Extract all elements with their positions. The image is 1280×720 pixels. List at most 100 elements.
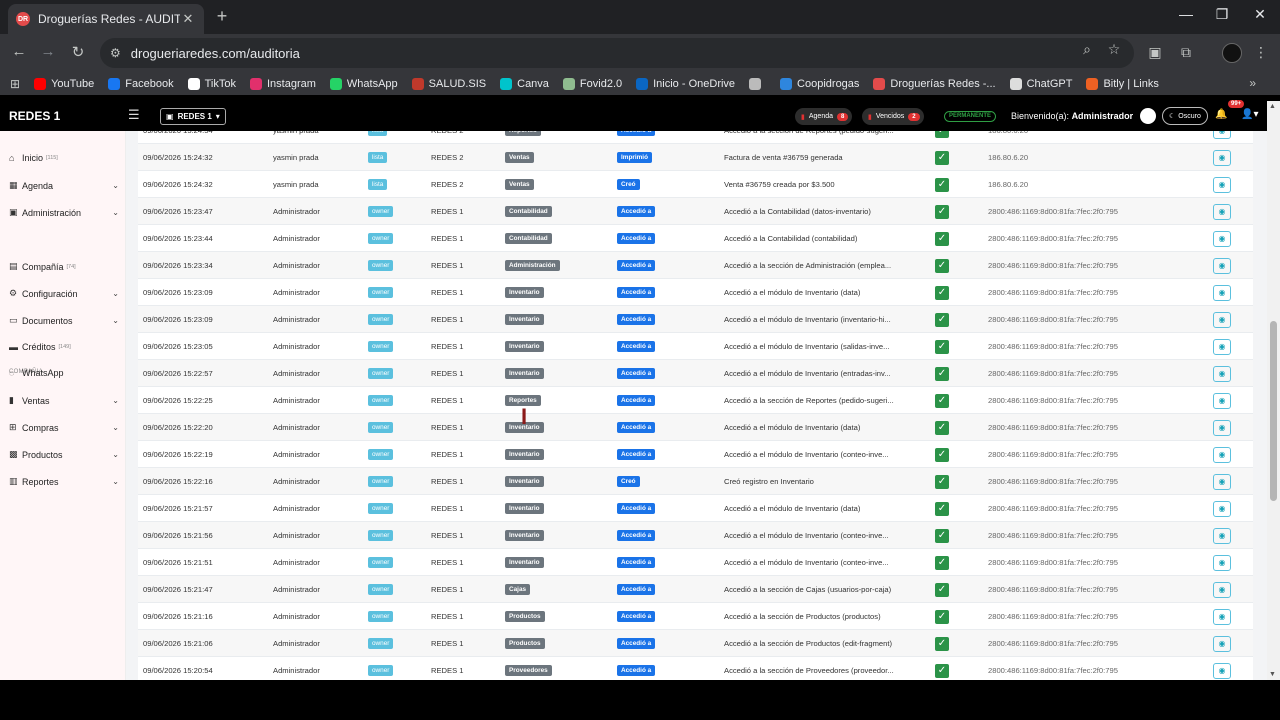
sidebar-item[interactable]: ⊞ Compras ⌄ [9, 422, 119, 433]
view-details-button[interactable]: ◉ [1213, 284, 1231, 301]
scroll-up-icon[interactable]: ▲ [1269, 103, 1276, 110]
view-details-button[interactable]: ◉ [1213, 392, 1231, 409]
table-row: 09/06/2026 15:24:54 yasmin prada lista REDE… [138, 131, 1253, 144]
more-bookmarks-icon[interactable]: » [1249, 76, 1256, 90]
apps-grid-icon[interactable]: ⊞ [10, 77, 20, 91]
chevron-down-icon[interactable]: ⌄ [112, 289, 119, 298]
bookmark-item[interactable]: WhatsApp [329, 77, 398, 90]
view-details-button[interactable]: ◉ [1213, 311, 1231, 328]
sidebar-item[interactable]: ▤ Compañía [74] [9, 261, 119, 272]
bell-icon[interactable]: 🔔 [1215, 109, 1227, 120]
chevron-down-icon[interactable]: ⌄ [112, 181, 119, 190]
row-description: Factura de venta #36759 generada [724, 153, 843, 162]
maximize-icon[interactable]: ❐ [1212, 6, 1232, 23]
sidebar-item[interactable]: ▣ Administración ⌄ [9, 207, 119, 218]
sidebar-item[interactable]: ▩ Productos ⌄ [9, 449, 119, 460]
close-tab-icon[interactable]: ✕ [180, 11, 196, 27]
chevron-down-icon[interactable]: ⌄ [112, 477, 119, 486]
row-date: 09/06/2026 15:23:34 [143, 261, 213, 270]
table-row: 09/06/2026 15:24:32 yasmin prada lista REDE… [138, 171, 1253, 198]
bookmark-item[interactable]: Instagram [249, 77, 316, 90]
bookmark-item[interactable]: Droguerías Redes -... [873, 77, 996, 90]
chevron-down-icon[interactable]: ⌄ [112, 208, 119, 217]
view-details-button[interactable]: ◉ [1213, 149, 1231, 166]
sidebar-item[interactable]: ⌂ Inicio [115] [9, 153, 119, 163]
scroll-thumb[interactable] [1270, 321, 1277, 501]
forward-icon[interactable]: → [38, 43, 58, 60]
bookmark-item[interactable]: Inicio - OneDrive [636, 77, 735, 90]
address-bar[interactable]: ⚙ drogueriaredes.com/auditoria [100, 38, 1134, 68]
sidebar-item[interactable]: ◌ WhatsApp [9, 368, 119, 378]
row-branch: REDES 1 [431, 450, 464, 459]
chevron-down-icon[interactable]: ⌄ [112, 316, 119, 325]
scroll-down-icon[interactable]: ▼ [1269, 671, 1276, 678]
action-badge: Accedió a [617, 584, 656, 595]
row-date: 09/06/2026 15:22:57 [143, 369, 213, 378]
view-details-button[interactable]: ◉ [1213, 365, 1231, 382]
reload-icon[interactable]: ↻ [68, 43, 88, 61]
view-details-button[interactable]: ◉ [1213, 662, 1231, 679]
view-details-button[interactable]: ◉ [1213, 608, 1231, 625]
bookmark-item[interactable]: ChatGPT [1009, 77, 1072, 90]
bookmark-star-icon[interactable]: ☆ [1105, 41, 1123, 58]
sidebar-item[interactable]: ▦ Agenda ⌄ [9, 180, 119, 191]
agenda-pill[interactable]: ▮ Agenda 8 [795, 108, 853, 125]
sidebar-item[interactable]: ▮ Ventas ⌄ [9, 395, 119, 406]
vencidos-pill[interactable]: ▮ Vencidos 2 [862, 108, 924, 125]
hamburger-menu-icon[interactable]: ☰ [128, 107, 140, 123]
view-details-button[interactable]: ◉ [1213, 203, 1231, 220]
view-details-button[interactable]: ◉ [1213, 419, 1231, 436]
chevron-down-icon[interactable]: ⌄ [112, 450, 119, 459]
bookmark-item[interactable]: YouTube [34, 77, 94, 90]
row-branch: REDES 1 [431, 477, 464, 486]
view-details-button[interactable]: ◉ [1213, 473, 1231, 490]
minimize-icon[interactable]: — [1176, 6, 1196, 22]
view-details-button[interactable]: ◉ [1213, 176, 1231, 193]
row-user: Administrador [273, 666, 320, 675]
bookmark-item[interactable]: Facebook [108, 77, 174, 90]
user-menu-icon[interactable]: 👤▾ [1241, 109, 1258, 120]
row-ip: 2800:486:1169:8d00:81fa:7fec:2f0:795 [988, 666, 1118, 675]
view-details-button[interactable]: ◉ [1213, 338, 1231, 355]
bookmark-label: Canva [517, 77, 549, 90]
sidebar-item[interactable]: ▥ Reportes ⌄ [9, 476, 119, 487]
view-details-button[interactable]: ◉ [1213, 581, 1231, 598]
profile-avatar[interactable] [1222, 43, 1242, 63]
page-scrollbar[interactable]: ▲ ▼ [1267, 101, 1280, 680]
view-details-button[interactable]: ◉ [1213, 527, 1231, 544]
bookmark-item[interactable]: Bitly | Links [1086, 77, 1159, 90]
browser-tab[interactable]: DR Droguerías Redes - AUDITORÍA ✕ [8, 4, 204, 34]
dark-mode-button[interactable]: ☾ Oscuro [1162, 107, 1208, 125]
theme-toggle-icon[interactable] [1140, 108, 1156, 124]
action-badge: Accedió a [617, 422, 656, 433]
site-info-icon[interactable]: ⚙ [110, 46, 121, 60]
view-details-button[interactable]: ◉ [1213, 635, 1231, 652]
view-details-button[interactable]: ◉ [1213, 500, 1231, 517]
chevron-down-icon[interactable]: ⌄ [112, 396, 119, 405]
view-details-button[interactable]: ◉ [1213, 230, 1231, 247]
sidebar-item[interactable]: ▬ Créditos [149] [9, 342, 119, 352]
bookmark-label: Facebook [125, 77, 174, 90]
reading-list-icon[interactable]: ▣ [1146, 44, 1164, 61]
branch-select[interactable]: ▣ REDES 1 ▾ [160, 108, 226, 125]
bookmark-item[interactable]: Coopidrogas [780, 77, 859, 90]
view-details-button[interactable]: ◉ [1213, 131, 1231, 139]
bookmark-item[interactable]: Canva [500, 77, 549, 90]
bookmark-item[interactable]: TikTok [187, 77, 236, 90]
back-icon[interactable]: ← [9, 43, 29, 60]
bookmark-item[interactable]: SALUD.SIS [411, 77, 486, 90]
menu-kebab-icon[interactable]: ⋮ [1252, 44, 1270, 61]
view-details-button[interactable]: ◉ [1213, 446, 1231, 463]
zoom-search-icon[interactable]: ⌕ [1078, 41, 1096, 58]
bookmark-item[interactable]: Fovid2.0 [562, 77, 622, 90]
close-window-icon[interactable]: ✕ [1250, 6, 1270, 23]
new-tab-button[interactable]: + [212, 6, 232, 27]
bookmark-item[interactable] [749, 77, 766, 90]
chevron-down-icon[interactable]: ⌄ [112, 423, 119, 432]
sidebar-item[interactable]: ⚙ Configuración ⌄ [9, 288, 119, 299]
view-details-button[interactable]: ◉ [1213, 257, 1231, 274]
sidebar-item[interactable]: ▭ Documentos ⌄ [9, 315, 119, 326]
row-ip: 186.80.6.20 [988, 180, 1029, 189]
view-details-button[interactable]: ◉ [1213, 554, 1231, 571]
extensions-icon[interactable]: ⧉ [1177, 44, 1195, 61]
